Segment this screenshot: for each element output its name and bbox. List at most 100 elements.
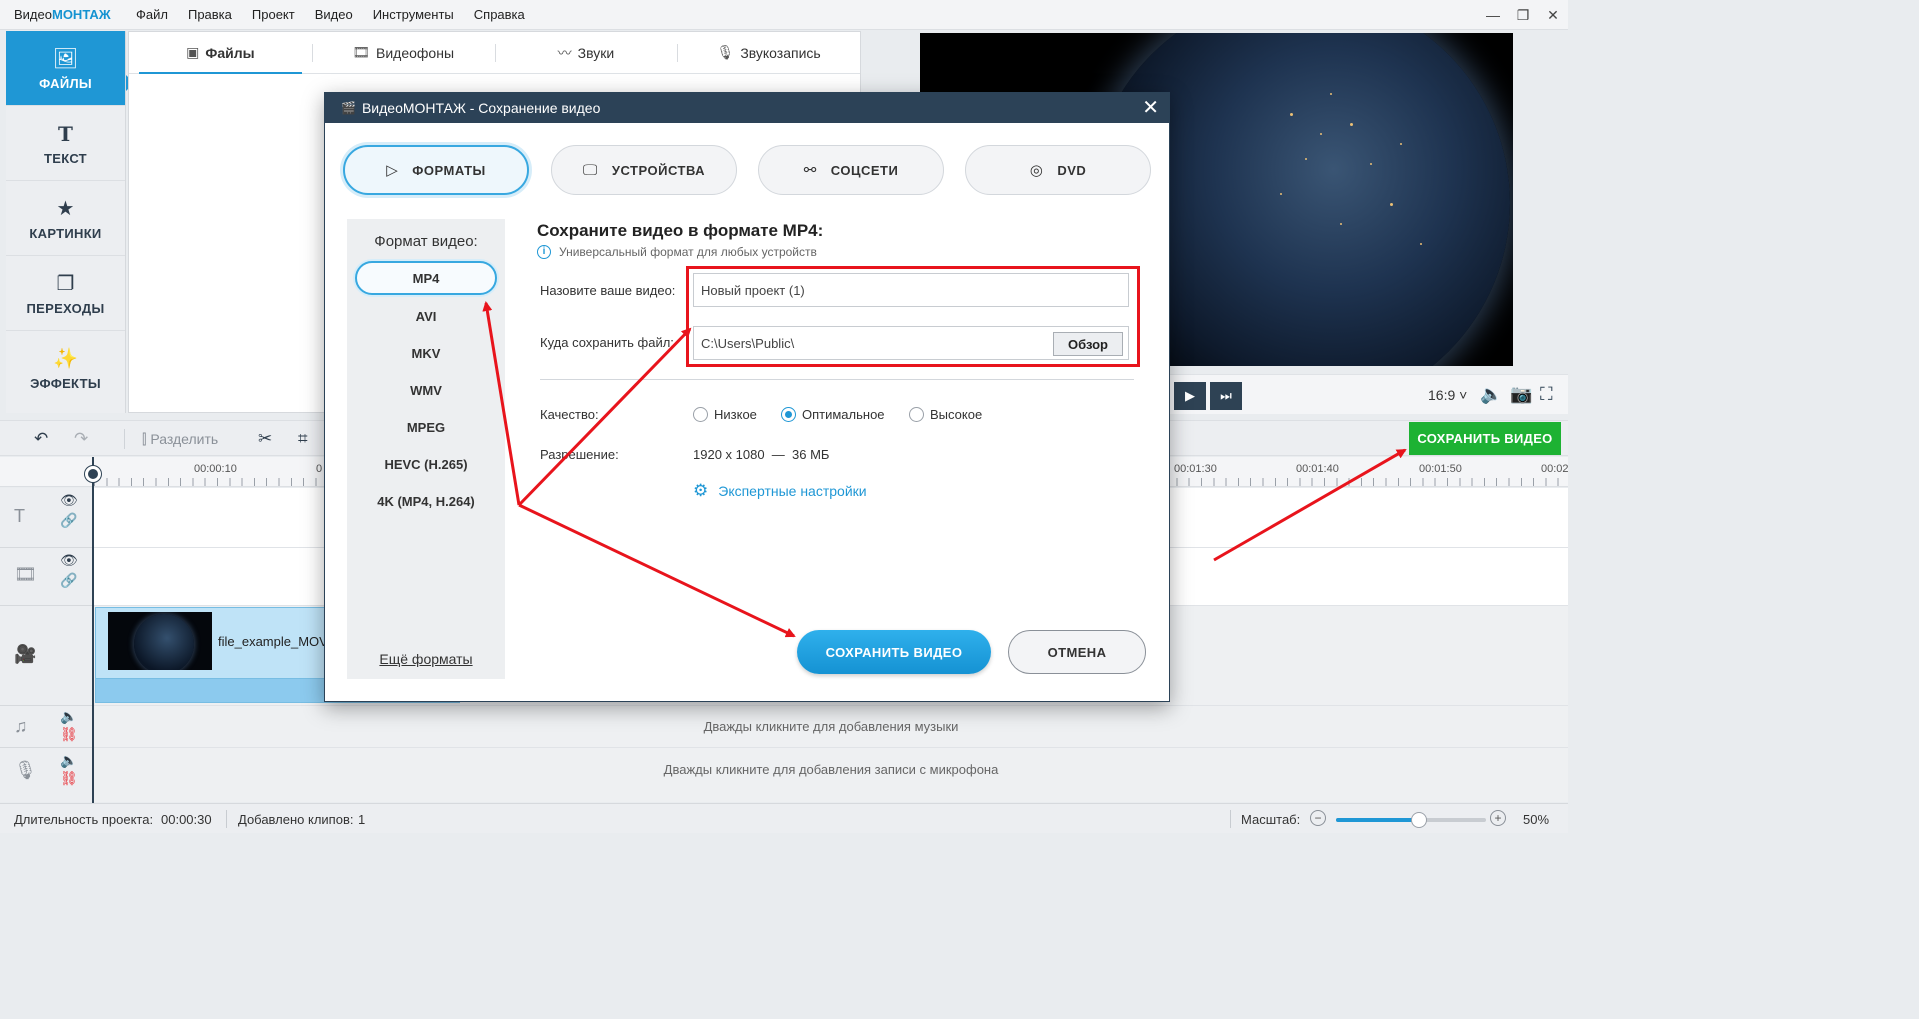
- tab-devices[interactable]: 🖵 УСТРОЙСТВА: [551, 145, 737, 195]
- minimize-button[interactable]: —: [1478, 0, 1508, 30]
- link-icon[interactable]: 🔗: [60, 512, 77, 529]
- format-mp4[interactable]: MP4: [355, 261, 497, 295]
- close-icon[interactable]: ✕: [1142, 97, 1159, 119]
- ruler-label: 00:01:50: [1419, 463, 1462, 475]
- zoom-in-button[interactable]: +: [1490, 810, 1506, 826]
- annotation-highlight-box: [686, 266, 1140, 367]
- quality-high-radio[interactable]: Высокое: [909, 407, 982, 422]
- microphone-icon: 🎙: [14, 760, 37, 780]
- format-hevc[interactable]: HEVC (H.265): [355, 447, 497, 481]
- format-wmv[interactable]: WMV: [355, 373, 497, 407]
- maximize-button[interactable]: ❐: [1508, 0, 1538, 30]
- format-list: Формат видео: MP4 AVI MKV WMV MPEG HEVC …: [347, 219, 505, 679]
- quality-label: Качество:: [540, 407, 599, 422]
- menu-edit[interactable]: Правка: [178, 7, 242, 22]
- status-divider: [226, 810, 227, 828]
- toolbar-divider: [124, 429, 125, 449]
- tab-dvd[interactable]: ◎ DVD: [965, 145, 1151, 195]
- sidebar-item-pictures[interactable]: ★ КАРТИНКИ: [6, 181, 125, 256]
- menu-bar: Файл Правка Проект Видео Инструменты Спр…: [126, 7, 535, 22]
- sidebar-item-effects[interactable]: ✨ ЭФФЕКТЫ: [6, 331, 125, 406]
- mic-track[interactable]: Дважды кликните для добавления записи с …: [94, 748, 1568, 802]
- close-window-button[interactable]: ✕: [1538, 0, 1568, 30]
- next-frame-button[interactable]: ⏭: [1210, 382, 1242, 410]
- play-button[interactable]: ▶: [1174, 382, 1206, 410]
- volume-icon[interactable]: 🔈: [1480, 384, 1502, 405]
- playhead[interactable]: [92, 457, 94, 803]
- playhead-handle[interactable]: [85, 466, 101, 482]
- format-subheading: i Универсальный формат для любых устройс…: [537, 245, 817, 259]
- app-logo: ВидеоМОНТАЖ: [14, 7, 111, 22]
- volume-icon[interactable]: 🔈: [60, 708, 77, 725]
- gear-icon: ⚙: [693, 481, 709, 500]
- play-file-icon: ▷: [386, 162, 399, 179]
- status-divider: [1230, 810, 1231, 828]
- zoom-out-button[interactable]: −: [1310, 810, 1326, 826]
- tab-social[interactable]: ⚯ СОЦСЕТИ: [758, 145, 944, 195]
- ruler-label: 00:01:40: [1296, 463, 1339, 475]
- unlink-icon[interactable]: ⛓: [60, 770, 78, 787]
- sidebar-item-transitions[interactable]: ❐ ПЕРЕХОДЫ: [6, 256, 125, 331]
- menu-file[interactable]: Файл: [126, 7, 178, 22]
- link-icon[interactable]: 🔗: [60, 572, 77, 589]
- name-label: Назовите ваше видео:: [540, 283, 676, 298]
- magic-wand-icon: ✨: [53, 348, 78, 370]
- dialog-save-button[interactable]: СОХРАНИТЬ ВИДЕО: [797, 630, 991, 674]
- tab-video-backgrounds[interactable]: 🎞 Видеофоны: [311, 32, 495, 73]
- resolution-label: Разрешение:: [540, 447, 619, 462]
- music-track[interactable]: Дважды кликните для добавления музыки: [94, 706, 1568, 748]
- redo-icon[interactable]: ↷: [74, 429, 88, 449]
- dialog-tabs: ▷ ФОРМАТЫ 🖵 УСТРОЙСТВА ⚯ СОЦСЕТИ ◎ DVD: [343, 145, 1153, 197]
- menu-tools[interactable]: Инструменты: [363, 7, 464, 22]
- crop-icon[interactable]: ⌗: [298, 429, 308, 449]
- sidebar-item-text[interactable]: T ТЕКСТ: [6, 106, 125, 181]
- format-4k[interactable]: 4K (MP4, H.264): [355, 484, 497, 518]
- tab-recording[interactable]: 🎙 Звукозапись: [677, 32, 860, 73]
- split-button[interactable]: ⫿ Разделить: [142, 431, 218, 448]
- sidebar-item-files[interactable]: 🖼 ФАЙЛЫ: [6, 31, 125, 106]
- sidebar-item-label: ЭФФЕКТЫ: [30, 376, 101, 391]
- expert-settings-link[interactable]: ⚙ Экспертные настройки: [693, 481, 867, 501]
- text-track-header: T 👁 🔗: [0, 488, 93, 548]
- sidebar: 🖼 ФАЙЛЫ T ТЕКСТ ★ КАРТИНКИ ❐ ПЕРЕХОДЫ ✨ …: [6, 31, 134, 413]
- tab-formats[interactable]: ▷ ФОРМАТЫ: [343, 145, 529, 195]
- menu-video[interactable]: Видео: [305, 7, 363, 22]
- tab-files[interactable]: ▣ Файлы: [129, 32, 312, 74]
- unlink-icon[interactable]: ⛓: [60, 726, 78, 743]
- zoom-handle[interactable]: [1410, 812, 1427, 828]
- camera-icon[interactable]: 📷: [1510, 384, 1532, 405]
- info-icon: i: [537, 245, 551, 259]
- format-mkv[interactable]: MKV: [355, 336, 497, 370]
- title-bar: ВидеоМОНТАЖ Файл Правка Проект Видео Инс…: [0, 0, 1568, 30]
- sound-wave-icon: 〰: [557, 44, 572, 61]
- dialog-cancel-button[interactable]: ОТМЕНА: [1008, 630, 1146, 674]
- scale-label: Масштаб:: [1241, 812, 1301, 827]
- track-headers: T 👁 🔗 🎞 👁 🔗 🎥 ♫ 🔈 ⛓ 🎙 🔈 ⛓: [0, 488, 93, 802]
- sidebar-item-label: ПЕРЕХОДЫ: [26, 300, 105, 316]
- quality-optimal-radio[interactable]: Оптимальное: [781, 407, 885, 422]
- aspect-ratio-select[interactable]: 16:9 ˅: [1428, 387, 1467, 403]
- tab-label: Звуки: [577, 44, 615, 61]
- menu-help[interactable]: Справка: [464, 7, 535, 22]
- dialog-title: ВидеоМОНТАЖ - Сохранение видео: [361, 100, 601, 116]
- sidebar-item-label: ТЕКСТ: [44, 150, 87, 166]
- more-formats-link[interactable]: Ещё форматы: [347, 651, 505, 667]
- tab-sounds[interactable]: 〰 Звуки: [494, 32, 678, 73]
- undo-icon[interactable]: ↶: [34, 429, 48, 449]
- menu-project[interactable]: Проект: [242, 7, 305, 22]
- microphone-icon: 🎙: [716, 44, 735, 60]
- fullscreen-icon[interactable]: ⛶: [1540, 384, 1553, 405]
- tab-label: Звукозапись: [740, 44, 821, 61]
- scissors-icon[interactable]: ✂: [258, 429, 272, 449]
- save-video-button[interactable]: СОХРАНИТЬ ВИДЕО: [1409, 422, 1561, 455]
- skip-forward-icon: ⏭: [1220, 388, 1232, 403]
- volume-icon[interactable]: 🔈: [60, 752, 77, 769]
- quality-low-radio[interactable]: Низкое: [693, 407, 757, 422]
- eye-icon[interactable]: 👁: [60, 492, 78, 509]
- eye-icon[interactable]: 👁: [60, 552, 78, 569]
- format-avi[interactable]: AVI: [355, 299, 497, 333]
- ruler-label: 00:00:10: [194, 463, 237, 475]
- sidebar-item-label: ФАЙЛЫ: [39, 75, 92, 91]
- format-mpeg[interactable]: MPEG: [355, 410, 497, 444]
- music-track-header: ♫ 🔈 ⛓: [0, 706, 93, 748]
